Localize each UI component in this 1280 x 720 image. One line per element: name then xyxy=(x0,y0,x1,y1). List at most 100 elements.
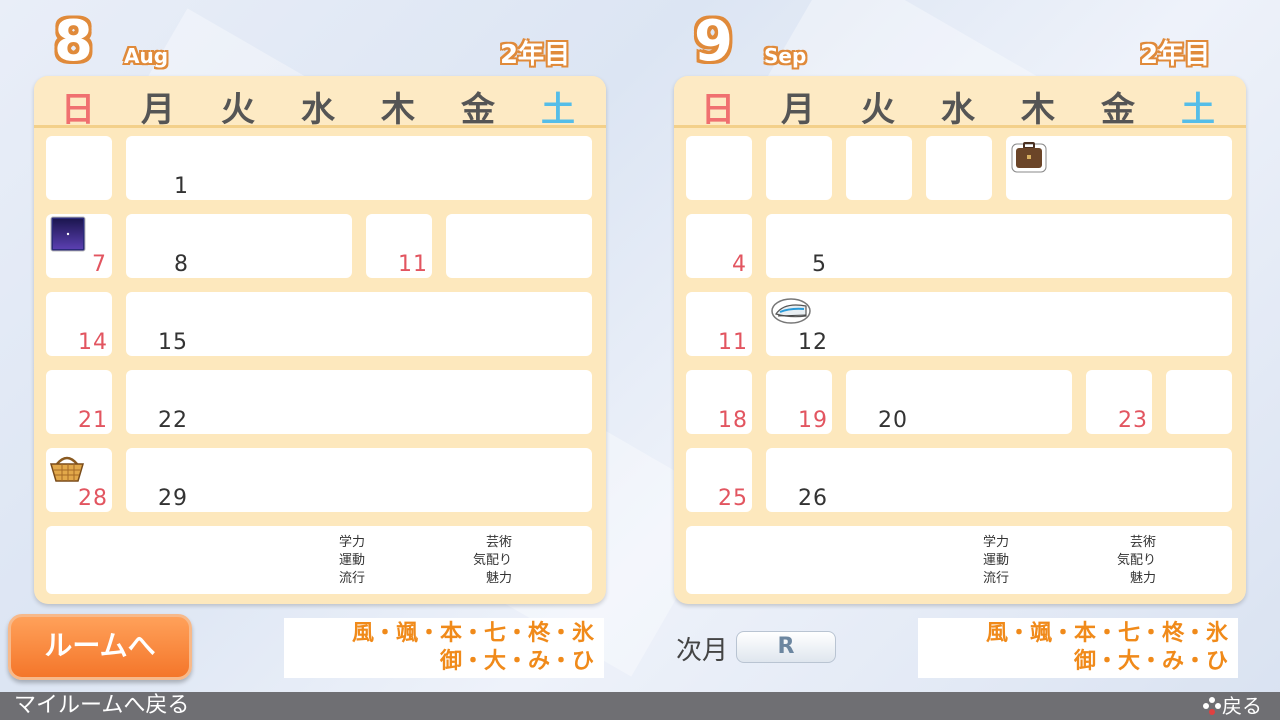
weekday-fri: 金 xyxy=(461,90,495,130)
footer-return-to-myroom[interactable]: マイルームへ戻る xyxy=(14,692,189,720)
month-english: Sep xyxy=(764,44,807,68)
weekday-header: 日 月 火 水 木 金 土 xyxy=(674,76,1246,130)
calendar-cell[interactable]: 18 xyxy=(686,370,752,434)
calendar-cell[interactable] xyxy=(686,136,752,200)
weekday-mon: 月 xyxy=(781,90,815,130)
stats-column-right: 芸術 気配り 魅力 xyxy=(442,534,512,588)
footer-bar: マイルームへ戻る 戻る xyxy=(0,692,1280,720)
weekday-tue: 火 xyxy=(861,90,895,130)
month-number: 8 xyxy=(54,9,93,74)
calendar-cell[interactable]: 23 xyxy=(1086,370,1152,434)
calendar-september: 日 月 火 水 木 金 土 4 5 11 12 18 19 20 23 25 2… xyxy=(674,76,1246,604)
stat-undou: 運動 xyxy=(338,553,365,568)
day-number: 11 xyxy=(718,330,748,355)
stat-kikubari: 気配り xyxy=(472,553,512,568)
weekday-sat: 土 xyxy=(541,90,575,130)
stat-kikubari: 気配り xyxy=(1116,553,1156,568)
weekday-wed: 水 xyxy=(941,90,975,130)
briefcase-icon xyxy=(1011,142,1047,173)
day-number: 14 xyxy=(78,330,108,355)
calendar-cell[interactable]: 4 xyxy=(686,214,752,278)
stat-miryoku: 魅力 xyxy=(485,571,512,586)
weekday-header: 日 月 火 水 木 金 土 xyxy=(34,76,606,130)
footer-back[interactable]: 戻る xyxy=(1202,692,1262,720)
gamepad-buttons-icon xyxy=(1203,697,1221,715)
day-number: 5 xyxy=(812,252,827,277)
stat-undou: 運動 xyxy=(982,553,1009,568)
weekday-tue: 火 xyxy=(221,90,255,130)
calendar-cell[interactable]: 1 xyxy=(126,136,592,200)
day-number: 26 xyxy=(798,486,828,511)
character-names-august: 風・颯・本・七・柊・氷 御・大・み・ひ xyxy=(284,618,604,678)
day-number: 15 xyxy=(158,330,188,355)
calendar-cell[interactable]: 20 xyxy=(846,370,1072,434)
day-number: 12 xyxy=(798,330,828,355)
weekday-thu: 木 xyxy=(381,90,415,130)
stat-ryuukou: 流行 xyxy=(338,571,365,586)
calendar-cell[interactable]: 26 xyxy=(766,448,1232,512)
next-month-r-button[interactable]: R xyxy=(736,631,836,663)
stat-geijutsu: 芸術 xyxy=(485,535,512,550)
calendar-cell[interactable]: 7 xyxy=(46,214,112,278)
day-number: 28 xyxy=(78,486,108,511)
day-number: 25 xyxy=(718,486,748,511)
calendar-cell[interactable] xyxy=(1166,370,1232,434)
weekday-wed: 水 xyxy=(301,90,335,130)
calendar-cell[interactable]: 8 xyxy=(126,214,352,278)
next-month-label: 次月 xyxy=(676,636,729,666)
calendar-cell[interactable]: 11 xyxy=(686,292,752,356)
stat-ryuukou: 流行 xyxy=(982,571,1009,586)
footer-back-label: 戻る xyxy=(1222,694,1262,718)
stats-column-left: 学力 運動 流行 xyxy=(332,534,372,588)
weekday-mon: 月 xyxy=(141,90,175,130)
weekday-sun: 日 xyxy=(701,90,735,130)
calendar-cell[interactable]: 28 xyxy=(46,448,112,512)
calendar-cell[interactable]: 5 xyxy=(766,214,1232,278)
calendar-cell[interactable]: 21 xyxy=(46,370,112,434)
day-number: 22 xyxy=(158,408,188,433)
weekday-sun: 日 xyxy=(61,90,95,130)
calendar-cell[interactable] xyxy=(46,136,112,200)
year-label: 2年目 xyxy=(1140,40,1211,70)
calendar-cell[interactable]: 15 xyxy=(126,292,592,356)
weekday-thu: 木 xyxy=(1021,90,1055,130)
calendar-cell[interactable] xyxy=(766,136,832,200)
go-to-room-button[interactable]: ルームへ xyxy=(8,614,192,680)
calendar-cell[interactable] xyxy=(1006,136,1232,200)
day-number: 8 xyxy=(174,252,189,277)
calendar-cell[interactable] xyxy=(446,214,592,278)
calendar-cell[interactable]: 12 xyxy=(766,292,1232,356)
names-line-1: 風・颯・本・七・柊・氷 xyxy=(985,621,1228,646)
day-number: 29 xyxy=(158,486,188,511)
calendar-cell[interactable]: 19 xyxy=(766,370,832,434)
weekday-sat: 土 xyxy=(1181,90,1215,130)
stat-miryoku: 魅力 xyxy=(1129,571,1156,586)
stat-gakuryoku: 学力 xyxy=(982,535,1009,550)
month-number: 9 xyxy=(694,9,733,74)
stats-panel: 学力 運動 流行 芸術 気配り 魅力 xyxy=(686,526,1232,594)
day-number: 1 xyxy=(174,174,189,199)
month-english: Aug xyxy=(124,44,169,68)
calendar-cell[interactable]: 14 xyxy=(46,292,112,356)
calendar-august: 日 月 火 水 木 金 土 1 7 8 11 14 15 21 22 28 29… xyxy=(34,76,606,604)
character-names-september: 風・颯・本・七・柊・氷 御・大・み・ひ xyxy=(918,618,1238,678)
day-number: 4 xyxy=(732,252,747,277)
calendar-cell[interactable] xyxy=(926,136,992,200)
names-line-1: 風・颯・本・七・柊・氷 xyxy=(351,621,594,646)
day-number: 18 xyxy=(718,408,748,433)
calendar-cell[interactable] xyxy=(846,136,912,200)
basket-icon xyxy=(49,456,85,482)
calendar-cell[interactable]: 29 xyxy=(126,448,592,512)
day-number: 19 xyxy=(798,408,828,433)
names-line-2: 御・大・み・ひ xyxy=(439,649,594,674)
day-number: 21 xyxy=(78,408,108,433)
calendar-cell[interactable]: 11 xyxy=(366,214,432,278)
stats-column-right: 芸術 気配り 魅力 xyxy=(1086,534,1156,588)
calendar-cell[interactable]: 22 xyxy=(126,370,592,434)
weekday-fri: 金 xyxy=(1101,90,1135,130)
year-label: 2年目 xyxy=(500,40,571,70)
day-number: 23 xyxy=(1118,408,1148,433)
day-number: 7 xyxy=(92,252,107,277)
day-number: 20 xyxy=(878,408,908,433)
calendar-cell[interactable]: 25 xyxy=(686,448,752,512)
